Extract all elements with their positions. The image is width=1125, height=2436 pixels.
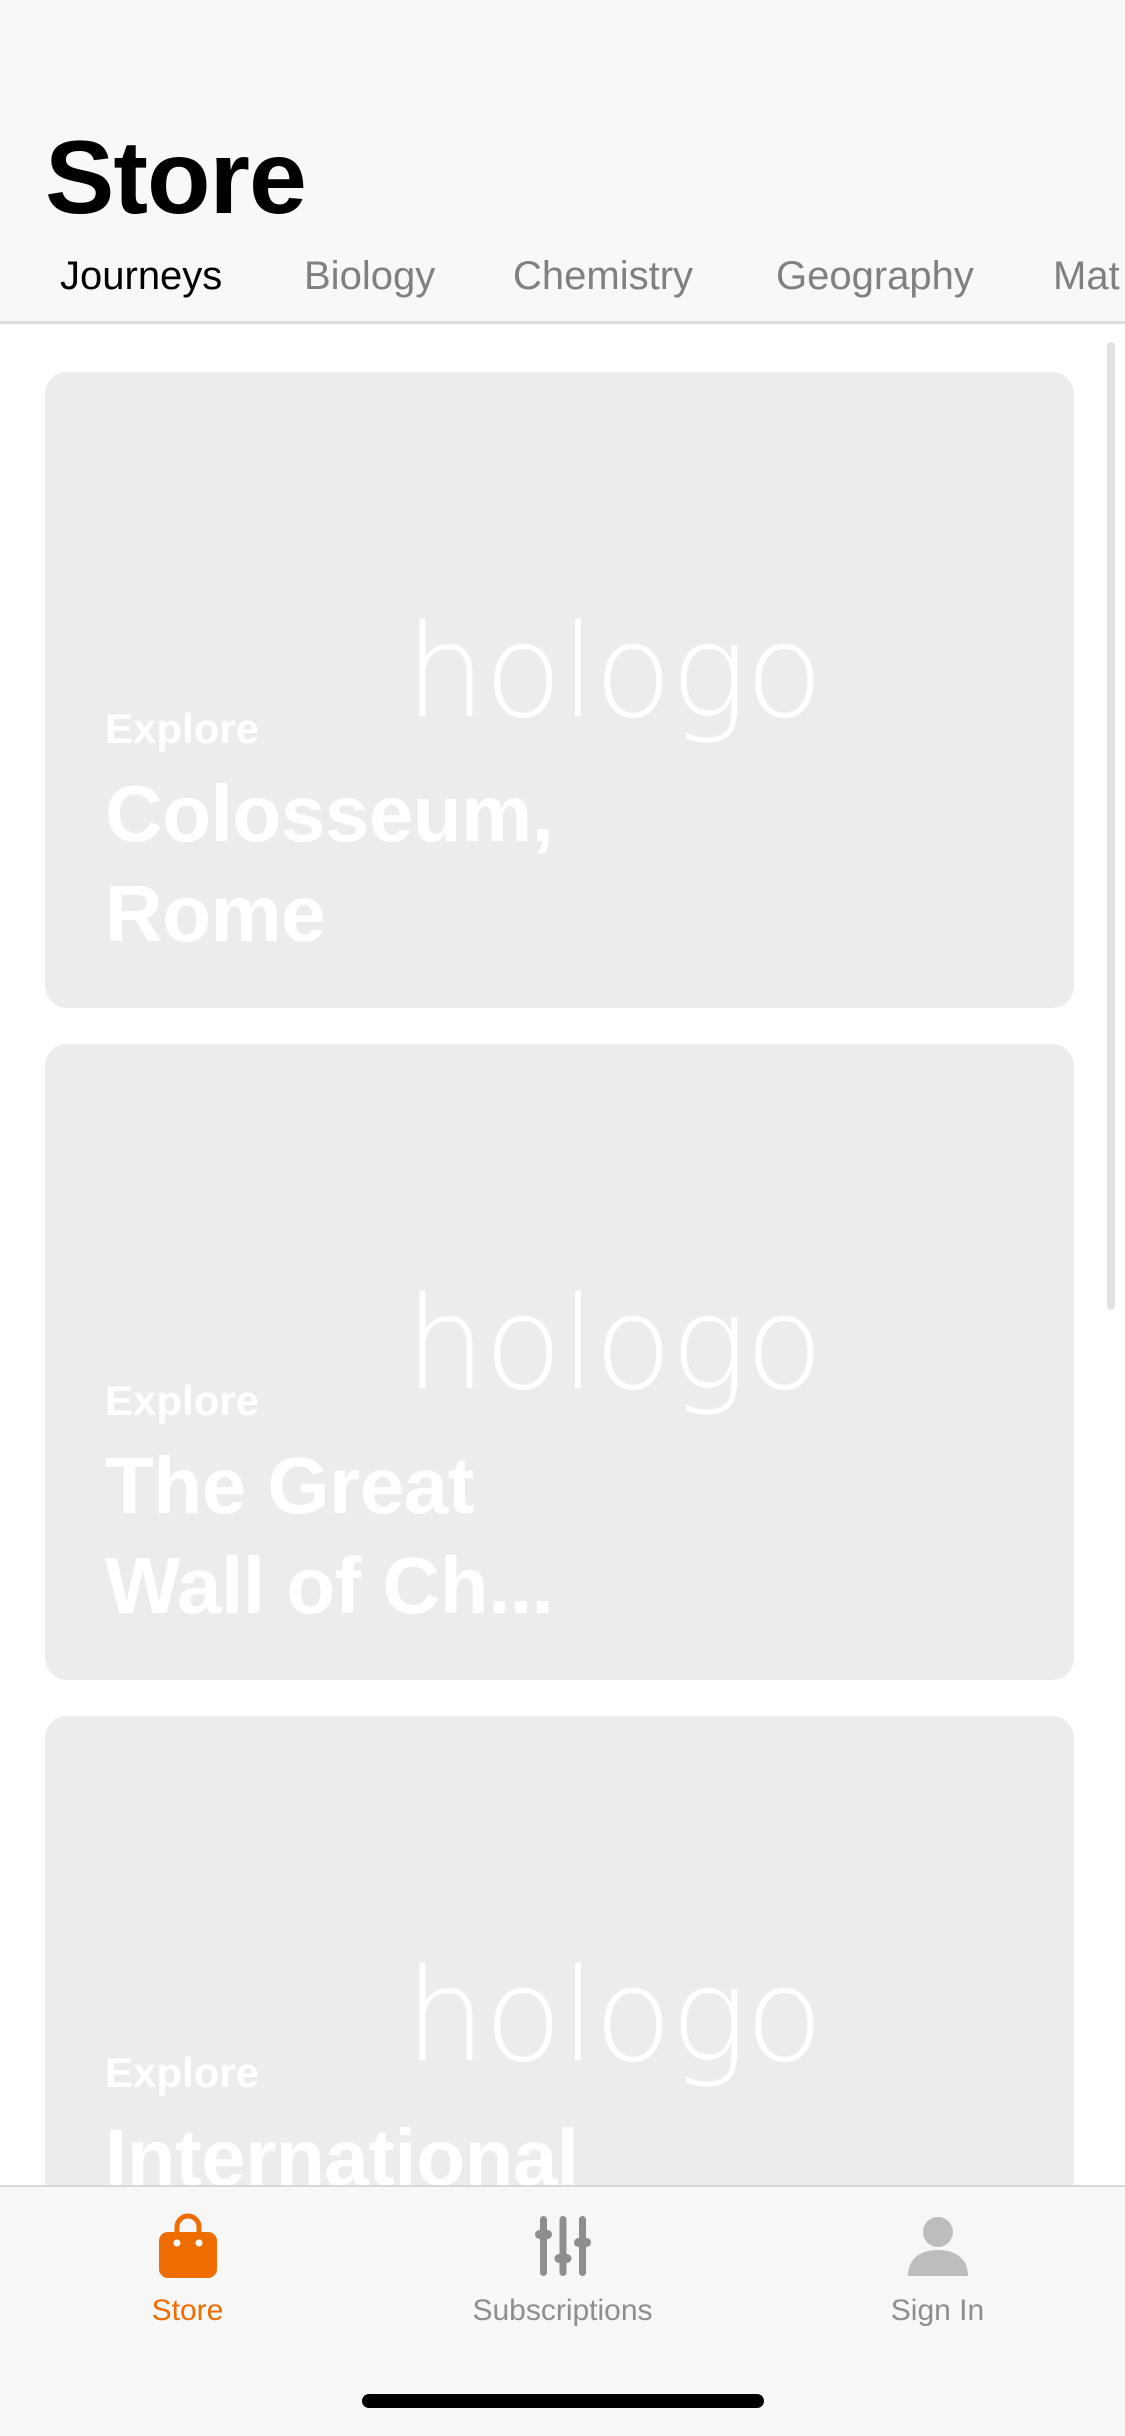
tabbar-label: Subscriptions: [472, 2294, 653, 2327]
scrollbar[interactable]: [1107, 342, 1115, 1310]
store-screen: Store Journeys Biology Chemistry Geograp…: [0, 0, 1125, 2436]
shopping-bag-icon: [159, 2213, 217, 2278]
card-title-line: Rome: [105, 869, 326, 958]
tabbar-item-sign-in[interactable]: Sign In: [750, 2187, 1125, 2357]
journeys-list[interactable]: hologo Explore Colosseum, Rome hologo Ex…: [0, 324, 1125, 2185]
category-tabs: Journeys Biology Chemistry Geography Mat: [0, 244, 1125, 308]
hologo-logo: hologo: [405, 1956, 823, 2091]
tab-chemistry[interactable]: Chemistry: [513, 244, 693, 308]
sliders-icon: [535, 2216, 591, 2276]
journey-card[interactable]: hologo Explore Colosseum, Rome: [45, 372, 1074, 1008]
tab-math[interactable]: Mat: [1053, 244, 1120, 308]
hologo-logo: hologo: [405, 1284, 823, 1419]
home-indicator: [362, 2394, 764, 2408]
svg-text:hologo: hologo: [405, 1956, 821, 2091]
card-title-line: Wall of Ch...: [105, 1541, 554, 1630]
tab-geography[interactable]: Geography: [776, 244, 974, 308]
card-title: International: [105, 2108, 625, 2185]
page-title: Store: [45, 120, 307, 236]
hologo-logo: hologo: [405, 612, 823, 747]
svg-text:hologo: hologo: [405, 612, 821, 747]
card-eyebrow: Explore: [105, 1377, 260, 1424]
journey-card[interactable]: hologo Explore International: [45, 1716, 1074, 2185]
header: Store Journeys Biology Chemistry Geograp…: [0, 0, 1125, 324]
svg-text:hologo: hologo: [405, 1284, 821, 1419]
card-title: Colosseum, Rome: [105, 764, 625, 964]
person-icon: [908, 2217, 968, 2276]
card-title-line: Colosseum,: [105, 769, 554, 858]
tabbar-item-subscriptions[interactable]: Subscriptions: [375, 2187, 750, 2357]
card-eyebrow: Explore: [105, 2049, 260, 2096]
tab-journeys[interactable]: Journeys: [60, 244, 222, 308]
card-title: The Great Wall of Ch...: [105, 1436, 625, 1636]
tabbar-label: Store: [151, 2294, 224, 2327]
card-title-line: International: [105, 2113, 579, 2185]
card-eyebrow: Explore: [105, 705, 260, 752]
card-title-line: The Great: [105, 1441, 474, 1530]
tabbar-label: Sign In: [890, 2294, 985, 2327]
tab-biology[interactable]: Biology: [304, 244, 435, 308]
tabbar-item-store[interactable]: Store: [0, 2187, 375, 2357]
journey-card[interactable]: hologo Explore The Great Wall of Ch...: [45, 1044, 1074, 1680]
